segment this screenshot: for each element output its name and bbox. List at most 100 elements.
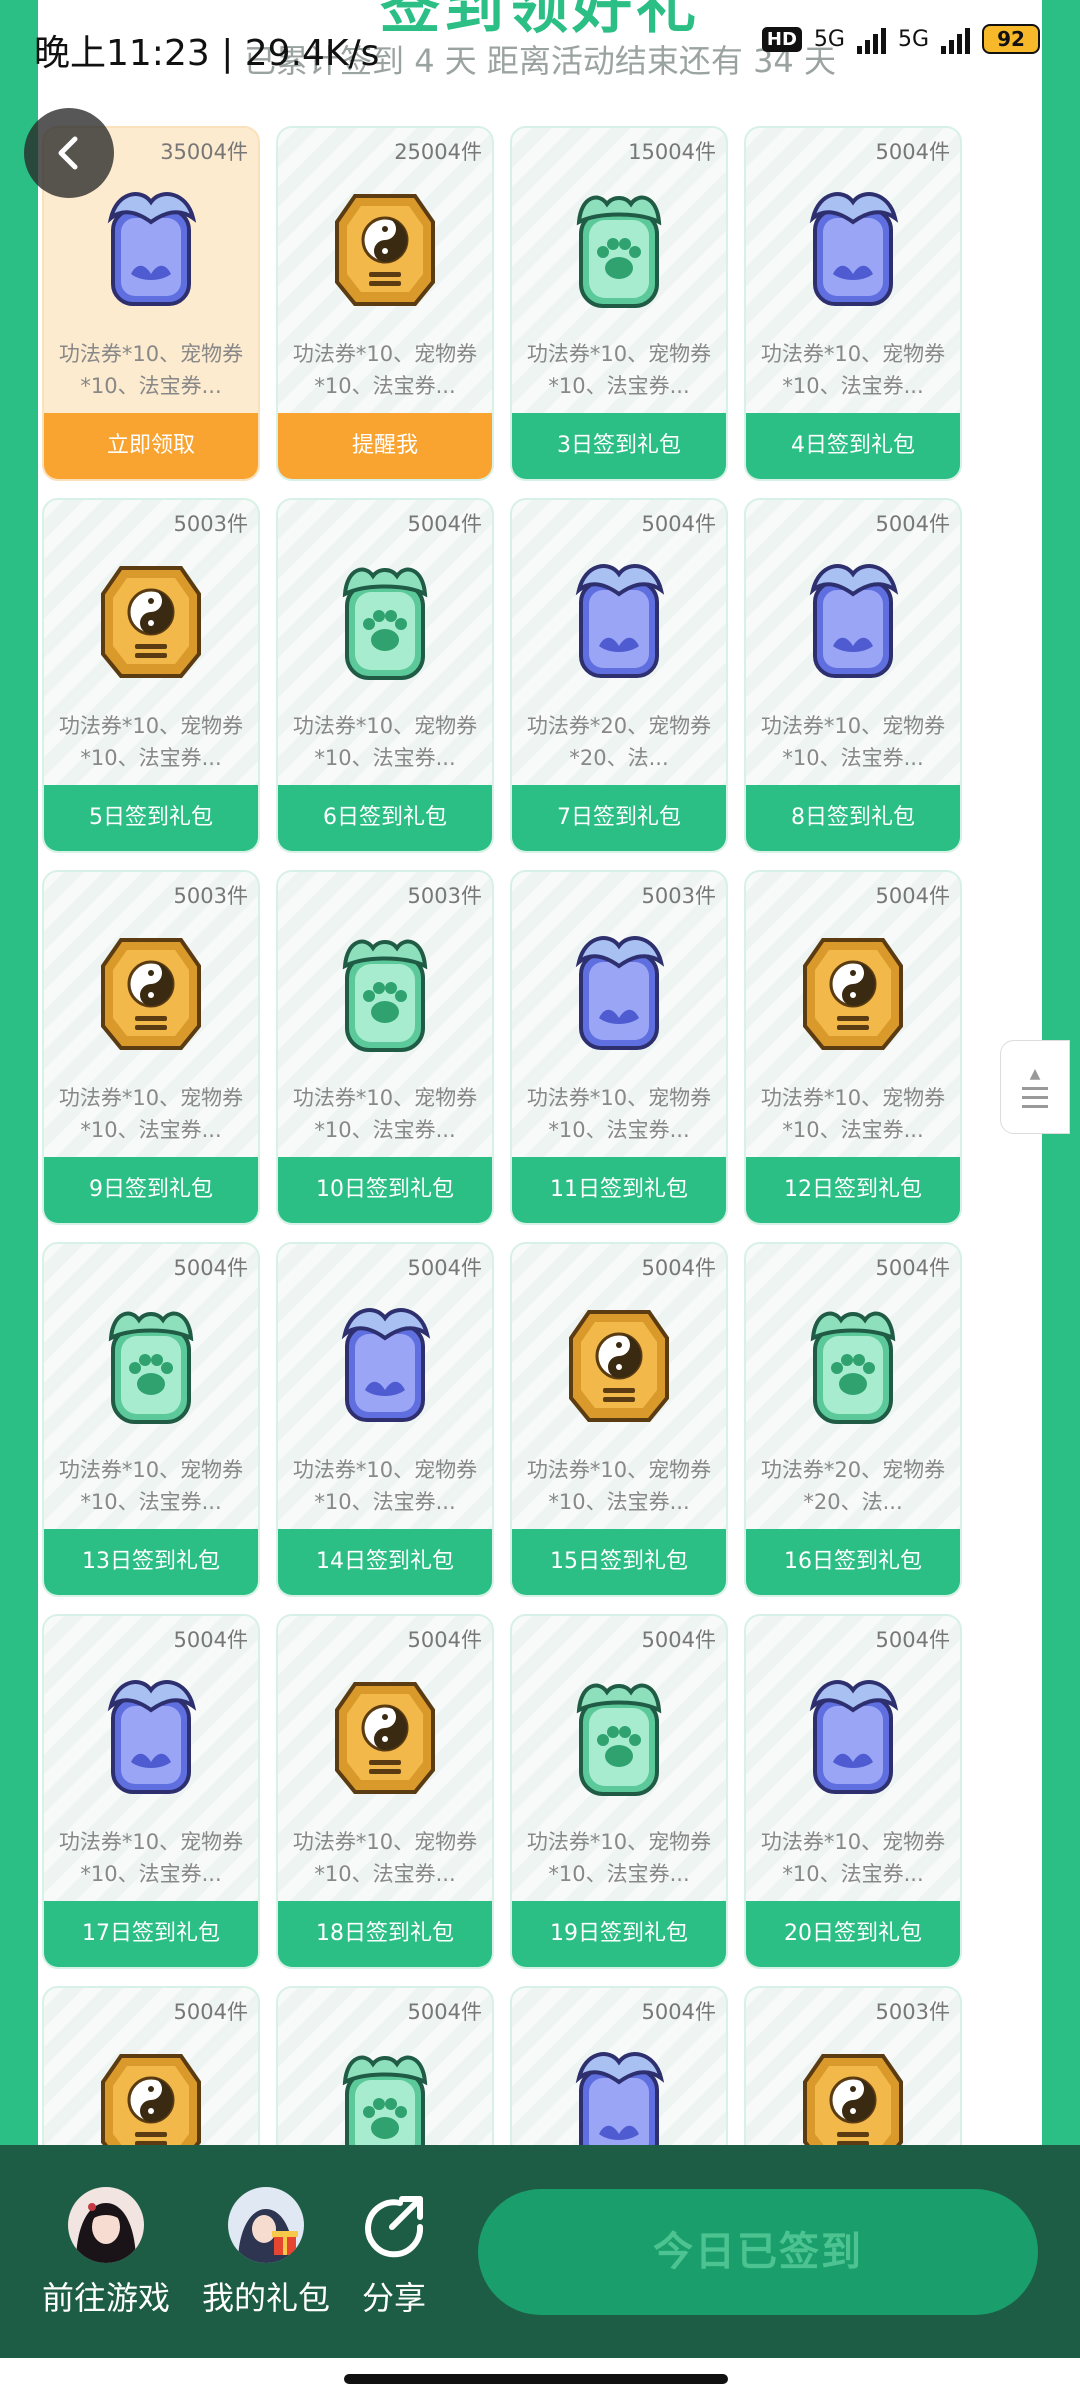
daily-gift-button[interactable]: 8日签到礼包 [746, 785, 960, 851]
daily-gift-button[interactable]: 17日签到礼包 [44, 1901, 258, 1967]
reward-description: 功法券*10、宠物券*10、法宝券... [292, 714, 478, 770]
gift-avatar [228, 2187, 304, 2263]
reward-card[interactable]: 5004件 功法券*10、宠物券*10、法宝券... 18日签到礼包 [276, 1614, 494, 1969]
reward-card[interactable]: 5003件 功法券*10、宠物券*10、法宝券... 10日签到礼包 [276, 870, 494, 1225]
share-label: 分享 [361, 2279, 426, 2317]
remind-me-button[interactable]: 提醒我 [278, 413, 492, 479]
reward-card[interactable]: 5004件 功法券*20、宠物券*20、法... 16日签到礼包 [744, 1242, 962, 1597]
daily-gift-button[interactable]: 7日签到礼包 [512, 785, 726, 851]
reward-card[interactable]: 5003件 功法券*10、宠物券*10、法宝券... 9日签到礼包 [42, 870, 260, 1225]
reward-description: 功法券*10、宠物券*10、法宝券... [760, 342, 946, 398]
share-icon [356, 2187, 432, 2263]
back-button[interactable] [24, 108, 114, 198]
blue-ghost-icon [559, 926, 679, 1056]
reward-stock-count: 5004件 [173, 2000, 248, 2024]
daily-gift-button[interactable]: 3日签到礼包 [512, 413, 726, 479]
reward-card[interactable]: 15004件 功法券*10、宠物券*10、法宝券... 3日签到礼包 [510, 126, 728, 481]
reward-description: 功法券*10、宠物券*10、法宝券... [58, 1086, 244, 1142]
status-time: 晚上11:23 | 29.4K/s [34, 33, 380, 74]
reward-card[interactable]: 5004件 功法券*10、宠物券*10、法宝券... 14日签到礼包 [276, 1242, 494, 1597]
reward-stock-count: 5004件 [407, 1628, 482, 1652]
reward-description: 功法券*10、宠物券*10、法宝券... [292, 1830, 478, 1886]
gold-taiji-icon [559, 1298, 679, 1428]
arrow-up-icon: ▲ [1029, 1065, 1041, 1082]
blue-ghost-icon [91, 1670, 211, 1800]
reward-card[interactable]: 5004件 功法券*10、宠物券*10、法宝券... 15日签到礼包 [510, 1242, 728, 1597]
go-game-button[interactable]: 前往游戏 [40, 2187, 172, 2319]
daily-gift-button[interactable]: 13日签到礼包 [44, 1529, 258, 1595]
side-drawer-handle[interactable]: ▲ [1000, 1040, 1070, 1134]
hd-badge: HD [761, 26, 802, 52]
reward-stock-count: 25004件 [394, 140, 482, 164]
my-gifts-label: 我的礼包 [201, 2279, 330, 2317]
reward-card[interactable]: 5004件 功法券*10、宠物券*10、法宝券... 20日签到礼包 [744, 1614, 962, 1969]
reward-stock-count: 5003件 [173, 512, 248, 536]
reward-description: 功法券*10、宠物券*10、法宝券... [760, 1830, 946, 1886]
daily-gift-button[interactable]: 20日签到礼包 [746, 1901, 960, 1967]
daily-gift-button[interactable]: 16日签到礼包 [746, 1529, 960, 1595]
reward-card[interactable]: 5004件 功法券*10、宠物券*10、法宝券... 4日签到礼包 [744, 126, 962, 481]
reward-stock-count: 5004件 [407, 512, 482, 536]
reward-description: 功法券*10、宠物券*10、法宝券... [292, 1458, 478, 1514]
reward-stock-count: 5003件 [407, 884, 482, 908]
daily-gift-button[interactable]: 6日签到礼包 [278, 785, 492, 851]
daily-gift-button[interactable]: 12日签到礼包 [746, 1157, 960, 1223]
reward-card[interactable]: 5004件 功法券*20、宠物券*20、法... 7日签到礼包 [510, 498, 728, 853]
share-button[interactable]: 分享 [356, 2187, 432, 2319]
reward-card[interactable]: 25004件 功法券*10、宠物券*10、法宝券... 提醒我 [276, 126, 494, 481]
reward-stock-count: 5004件 [407, 2000, 482, 2024]
green-paw-icon [91, 1298, 211, 1428]
reward-stock-count: 5004件 [875, 512, 950, 536]
my-gifts-button[interactable]: 我的礼包 [200, 2187, 332, 2319]
reward-card[interactable]: 5004件 功法券*10、宠物券*10、法宝券... 13日签到礼包 [42, 1242, 260, 1597]
reward-description: 功法券*20、宠物券*20、法... [760, 1458, 946, 1514]
reward-description: 功法券*10、宠物券*10、法宝券... [58, 342, 244, 398]
reward-description: 功法券*10、宠物券*10、法宝券... [526, 1830, 712, 1886]
daily-gift-button[interactable]: 14日签到礼包 [278, 1529, 492, 1595]
gold-taiji-icon [91, 554, 211, 684]
reward-stock-count: 5004件 [641, 1628, 716, 1652]
daily-gift-button[interactable]: 11日签到礼包 [512, 1157, 726, 1223]
reward-description: 功法券*10、宠物券*10、法宝券... [526, 1086, 712, 1142]
green-paw-icon [325, 926, 445, 1056]
daily-gift-button[interactable]: 4日签到礼包 [746, 413, 960, 479]
reward-description: 功法券*10、宠物券*10、法宝券... [760, 714, 946, 770]
reward-stock-count: 5004件 [641, 1256, 716, 1280]
reward-card[interactable]: 5004件 功法券*10、宠物券*10、法宝券... 17日签到礼包 [42, 1614, 260, 1969]
reward-card[interactable]: 5003件 功法券*10、宠物券*10、法宝券... 11日签到礼包 [510, 870, 728, 1225]
blue-ghost-icon [793, 554, 913, 684]
daily-gift-button[interactable]: 9日签到礼包 [44, 1157, 258, 1223]
blue-ghost-icon [559, 554, 679, 684]
claim-now-button[interactable]: 立即领取 [44, 413, 258, 479]
reward-card[interactable]: 5004件 功法券*10、宠物券*10、法宝券... 19日签到礼包 [510, 1614, 728, 1969]
daily-gift-button[interactable]: 10日签到礼包 [278, 1157, 492, 1223]
reward-card[interactable]: 5004件 功法券*10、宠物券*10、法宝券... 8日签到礼包 [744, 498, 962, 853]
daily-gift-button[interactable]: 15日签到礼包 [512, 1529, 726, 1595]
gold-taiji-icon [325, 182, 445, 312]
daily-gift-button[interactable]: 18日签到礼包 [278, 1901, 492, 1967]
reward-stock-count: 5004件 [875, 140, 950, 164]
status-bar: 晚上11:23 | 29.4K/s HD 5G 5G 92 [0, 0, 1080, 92]
blue-ghost-icon [325, 1298, 445, 1428]
battery-icon: 92 [982, 24, 1040, 54]
green-paw-icon [559, 182, 679, 312]
reward-card[interactable]: 5004件 功法券*10、宠物券*10、法宝券... 6日签到礼包 [276, 498, 494, 853]
signal-icon-2 [941, 24, 970, 54]
reward-card[interactable]: 5003件 功法券*10、宠物券*10、法宝券... 5日签到礼包 [42, 498, 260, 853]
home-indicator[interactable] [344, 2374, 728, 2384]
reward-stock-count: 5004件 [173, 1256, 248, 1280]
reward-stock-count: 35004件 [160, 140, 248, 164]
reward-stock-count: 5004件 [875, 1256, 950, 1280]
daily-gift-button[interactable]: 19日签到礼包 [512, 1901, 726, 1967]
signed-today-button[interactable]: 今日已签到 [478, 2189, 1038, 2315]
go-game-label: 前往游戏 [41, 2279, 170, 2317]
daily-gift-button[interactable]: 5日签到礼包 [44, 785, 258, 851]
reward-grid: 35004件 功法券*10、宠物券*10、法宝券... 立即领取 25004件 功法… [42, 126, 962, 2341]
blue-ghost-icon [793, 1670, 913, 1800]
reward-card[interactable]: 5004件 功法券*10、宠物券*10、法宝券... 12日签到礼包 [744, 870, 962, 1225]
reward-stock-count: 5004件 [875, 1628, 950, 1652]
chevron-left-icon [58, 136, 78, 170]
green-paw-icon [325, 554, 445, 684]
reward-description: 功法券*10、宠物券*10、法宝券... [58, 1458, 244, 1514]
bottom-bar: 前往游戏 我的礼包 分享 今日已签到 [0, 2145, 1080, 2358]
